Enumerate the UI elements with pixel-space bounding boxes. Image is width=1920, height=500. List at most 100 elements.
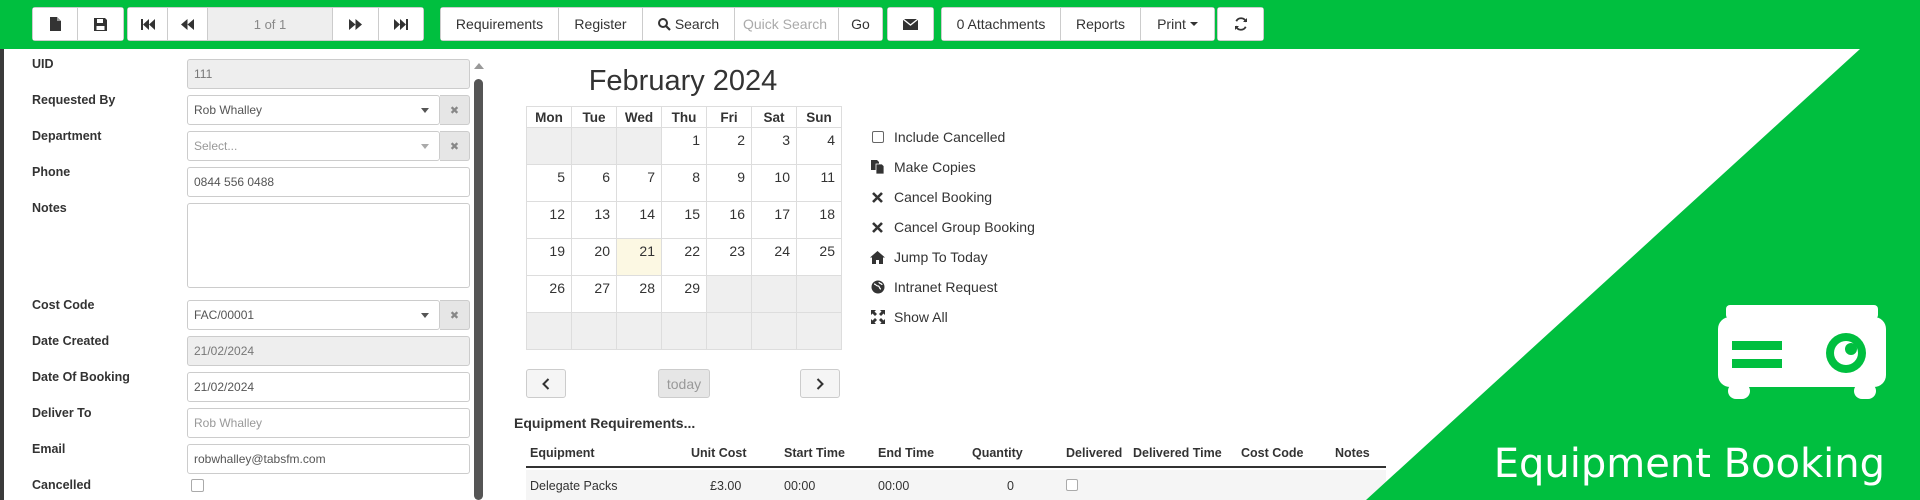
calendar-day[interactable]: 24 bbox=[751, 238, 797, 276]
delivered-checkbox[interactable] bbox=[1066, 479, 1078, 491]
calendar-day[interactable]: 11 bbox=[796, 164, 842, 202]
calendar-day[interactable]: 18 bbox=[796, 201, 842, 239]
column-header[interactable]: Equipment bbox=[530, 446, 595, 460]
calendar-day[interactable]: 3 bbox=[751, 127, 797, 165]
calendar-day[interactable]: 12 bbox=[526, 201, 572, 239]
column-header[interactable]: Start Time bbox=[784, 446, 845, 460]
calendar-day[interactable]: 2 bbox=[706, 127, 752, 165]
calendar-day[interactable]: 10 bbox=[751, 164, 797, 202]
calendar-day[interactable]: 25 bbox=[796, 238, 842, 276]
calendar-day[interactable] bbox=[616, 312, 662, 350]
action-label: Include Cancelled bbox=[894, 129, 1006, 145]
weekday-header: Mon bbox=[526, 106, 572, 128]
column-header[interactable]: Unit Cost bbox=[691, 446, 747, 460]
start-time-cell: 00:00 bbox=[784, 479, 816, 493]
department-select[interactable]: Select... bbox=[187, 131, 440, 161]
calendar-day[interactable]: 13 bbox=[571, 201, 617, 239]
email-button[interactable] bbox=[888, 8, 933, 40]
requested-by-select[interactable]: Rob Whalley bbox=[187, 95, 440, 125]
go-button[interactable]: Go bbox=[839, 8, 882, 40]
column-header[interactable]: Delivered Time bbox=[1133, 446, 1222, 460]
department-clear-button[interactable]: ✖ bbox=[440, 131, 470, 161]
calendar-day[interactable] bbox=[751, 275, 797, 313]
cancel-booking-action[interactable]: Cancel Booking bbox=[870, 189, 992, 205]
cancel-group-booking-action[interactable]: Cancel Group Booking bbox=[870, 219, 1035, 235]
calendar-day[interactable]: 4 bbox=[796, 127, 842, 165]
calendar-day[interactable]: 16 bbox=[706, 201, 752, 239]
calendar-day[interactable] bbox=[706, 275, 752, 313]
include-cancelled-action[interactable]: Include Cancelled bbox=[870, 129, 1005, 145]
last-record-button[interactable] bbox=[379, 8, 423, 40]
calendar-prev-button[interactable] bbox=[526, 369, 566, 398]
previous-record-button[interactable] bbox=[168, 8, 208, 40]
attachments-button[interactable]: 0 Attachments bbox=[942, 8, 1061, 40]
calendar-day[interactable] bbox=[571, 127, 617, 165]
calendar-day[interactable] bbox=[796, 312, 842, 350]
column-header[interactable]: Notes bbox=[1335, 446, 1370, 460]
calendar-next-button[interactable] bbox=[800, 369, 840, 398]
calendar-day[interactable]: 19 bbox=[526, 238, 572, 276]
register-button[interactable]: Register bbox=[559, 8, 643, 40]
reports-button[interactable]: Reports bbox=[1061, 8, 1141, 40]
print-button[interactable]: Print bbox=[1141, 8, 1214, 40]
calendar-day-today[interactable]: 21 bbox=[616, 238, 662, 276]
show-all-action[interactable]: Show All bbox=[870, 309, 948, 325]
column-header[interactable]: Quantity bbox=[972, 446, 1023, 460]
table-row[interactable]: Delegate Packs £3.00 00:00 00:00 0 bbox=[526, 470, 1386, 500]
refresh-button[interactable] bbox=[1218, 8, 1263, 40]
new-record-button[interactable] bbox=[33, 8, 78, 40]
calendar-day[interactable] bbox=[526, 312, 572, 350]
calendar-day[interactable] bbox=[751, 312, 797, 350]
calendar-day[interactable]: 15 bbox=[661, 201, 707, 239]
chevron-down-icon bbox=[421, 144, 429, 149]
save-button[interactable] bbox=[78, 8, 123, 40]
make-copies-action[interactable]: Make Copies bbox=[870, 159, 976, 175]
calendar-day[interactable] bbox=[526, 127, 572, 165]
form-scrollbar[interactable] bbox=[473, 49, 485, 500]
column-header[interactable]: Delivered bbox=[1066, 446, 1122, 460]
requested-by-clear-button[interactable]: ✖ bbox=[440, 95, 470, 125]
cost-code-select[interactable]: FAC/00001 bbox=[187, 300, 440, 330]
calendar-day[interactable]: 1 bbox=[661, 127, 707, 165]
jump-to-today-action[interactable]: Jump To Today bbox=[870, 249, 988, 265]
calendar-day[interactable]: 17 bbox=[751, 201, 797, 239]
calendar-day[interactable]: 6 bbox=[571, 164, 617, 202]
date-of-booking-field[interactable]: 21/02/2024 bbox=[187, 372, 470, 402]
calendar-day[interactable] bbox=[616, 127, 662, 165]
deliver-to-field[interactable]: Rob Whalley bbox=[187, 408, 470, 438]
calendar-day[interactable]: 20 bbox=[571, 238, 617, 276]
cost-code-clear-button[interactable]: ✖ bbox=[440, 300, 470, 330]
cancelled-checkbox[interactable] bbox=[191, 479, 204, 492]
calendar-day[interactable]: 28 bbox=[616, 275, 662, 313]
calendar-today-button[interactable]: today bbox=[658, 369, 710, 398]
calendar-day[interactable]: 9 bbox=[706, 164, 752, 202]
next-record-button[interactable] bbox=[333, 8, 379, 40]
close-icon: ✖ bbox=[449, 140, 460, 153]
calendar-day[interactable]: 14 bbox=[616, 201, 662, 239]
calendar-day[interactable]: 23 bbox=[706, 238, 752, 276]
first-record-button[interactable] bbox=[128, 8, 168, 40]
column-header[interactable]: End Time bbox=[878, 446, 934, 460]
notes-textarea[interactable] bbox=[187, 203, 470, 288]
scroll-thumb[interactable] bbox=[474, 79, 483, 500]
search-button[interactable]: Search bbox=[643, 8, 735, 40]
calendar-day[interactable] bbox=[661, 312, 707, 350]
calendar-day[interactable]: 7 bbox=[616, 164, 662, 202]
calendar-day[interactable]: 22 bbox=[661, 238, 707, 276]
email-field[interactable]: robwhalley@tabsfm.com bbox=[187, 444, 470, 474]
calendar-day[interactable]: 27 bbox=[571, 275, 617, 313]
checkbox-icon[interactable] bbox=[870, 130, 885, 145]
phone-field[interactable]: 0844 556 0488 bbox=[187, 167, 470, 197]
intranet-request-action[interactable]: Intranet Request bbox=[870, 279, 998, 295]
calendar-day[interactable]: 5 bbox=[526, 164, 572, 202]
calendar-day[interactable]: 29 bbox=[661, 275, 707, 313]
quick-search-input[interactable] bbox=[735, 8, 839, 40]
calendar-day[interactable]: 8 bbox=[661, 164, 707, 202]
calendar-day[interactable]: 26 bbox=[526, 275, 572, 313]
calendar-day[interactable] bbox=[706, 312, 752, 350]
calendar-day[interactable] bbox=[796, 275, 842, 313]
scroll-up-icon[interactable] bbox=[474, 63, 484, 69]
column-header[interactable]: Cost Code bbox=[1241, 446, 1304, 460]
calendar-day[interactable] bbox=[571, 312, 617, 350]
requirements-button[interactable]: Requirements bbox=[441, 8, 559, 40]
